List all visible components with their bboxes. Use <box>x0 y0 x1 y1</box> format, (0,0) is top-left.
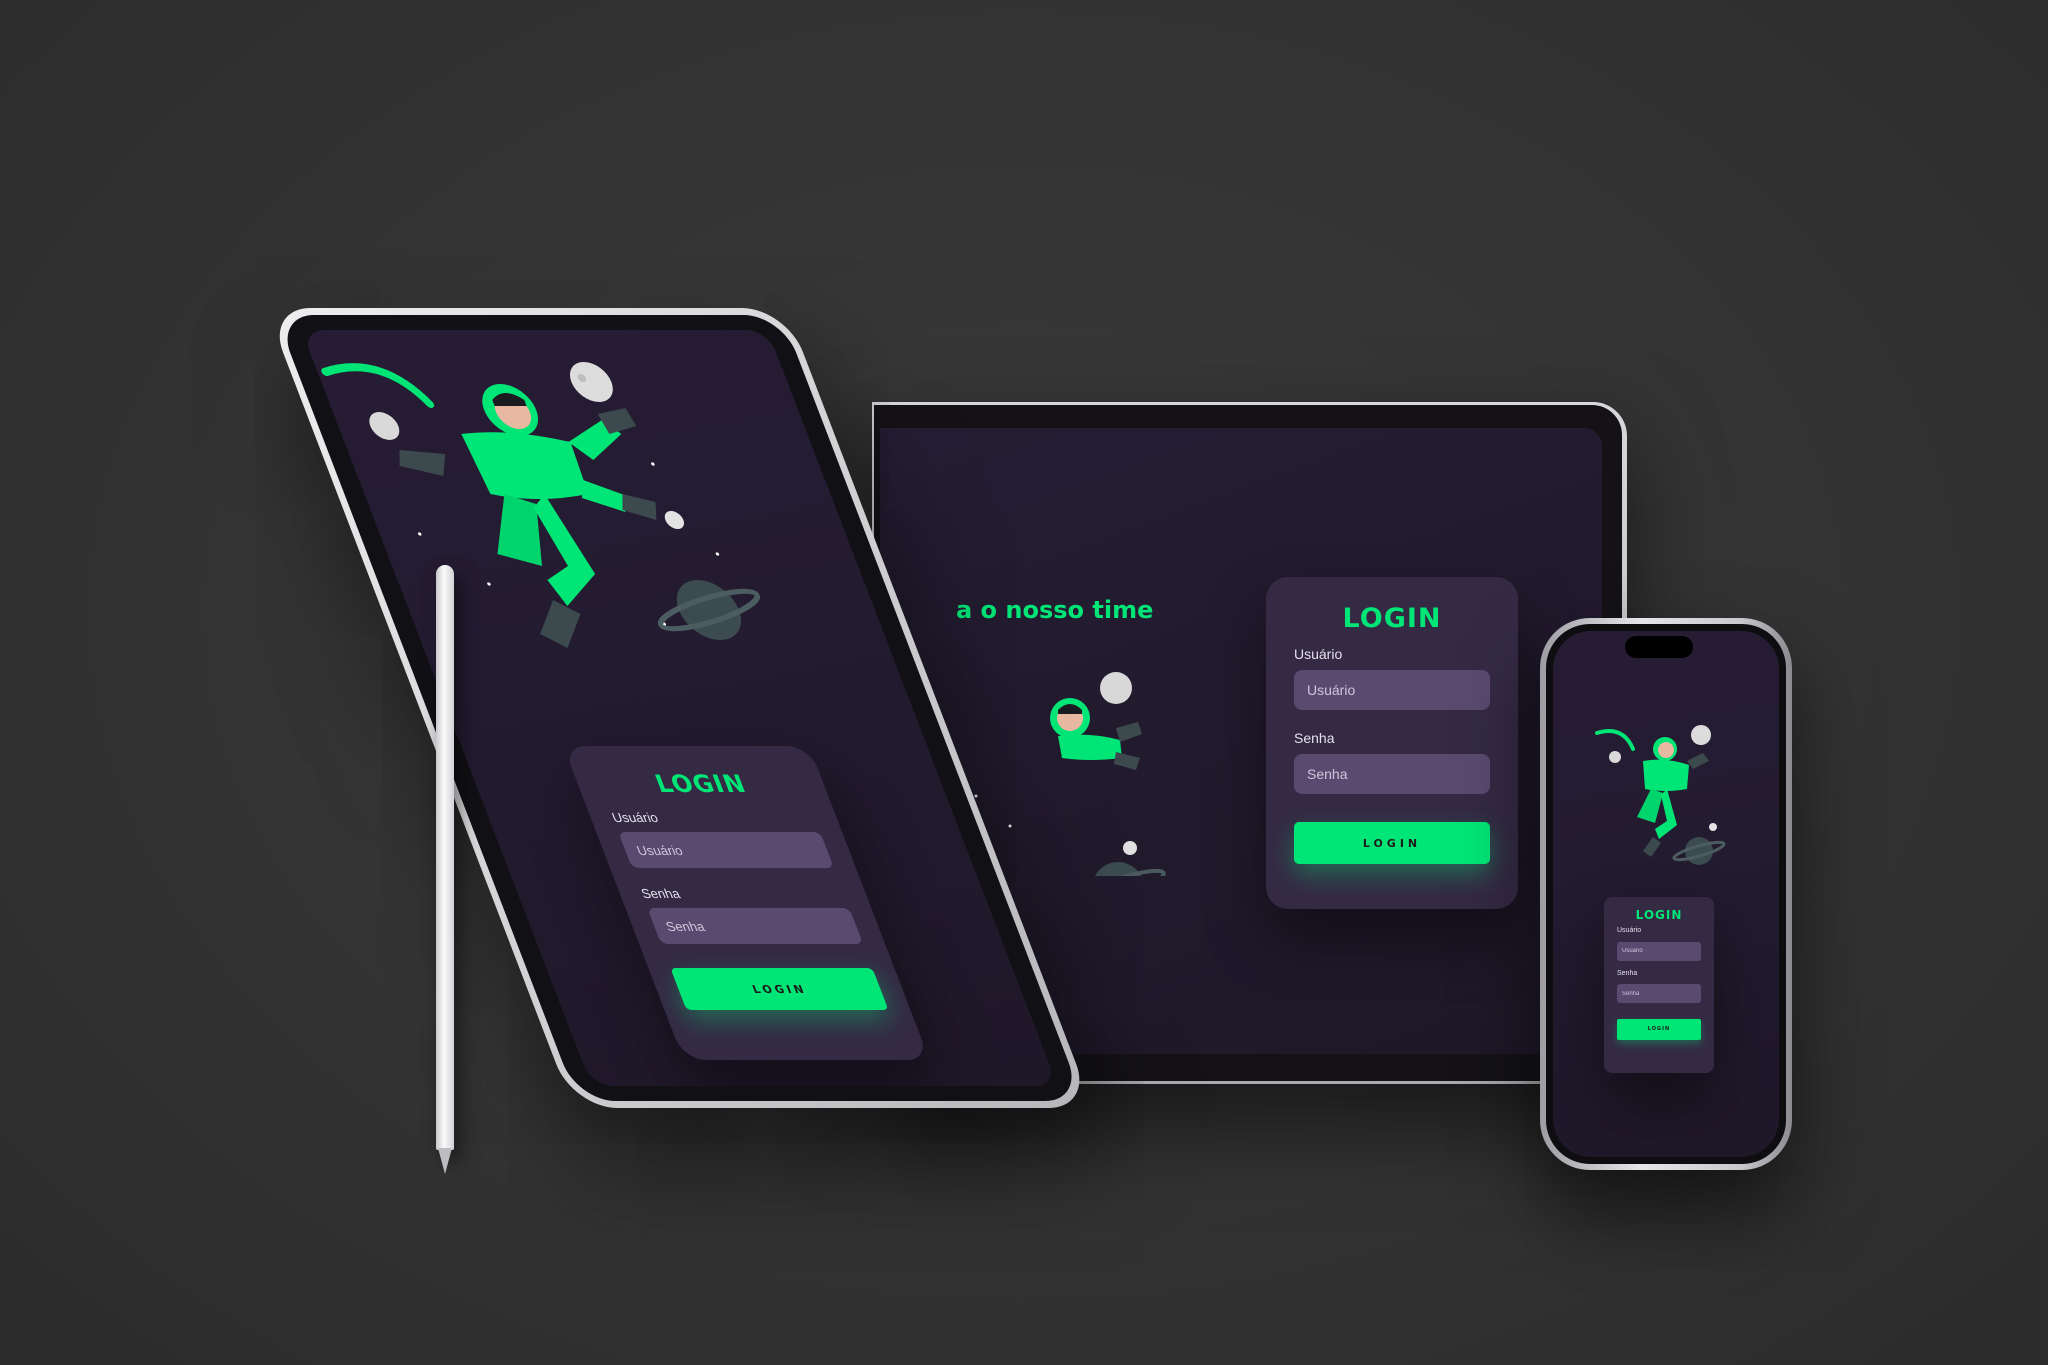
login-button[interactable]: LOGIN <box>1294 822 1490 864</box>
phone-screen: LOGIN Usuário Senha LOGIN <box>1553 631 1779 1157</box>
password-label: Senha <box>1294 730 1335 746</box>
stylus-tip <box>438 1148 452 1174</box>
login-title: LOGIN <box>1635 908 1683 922</box>
password-input[interactable] <box>1294 754 1490 794</box>
password-label: Senha <box>638 886 683 901</box>
user-input[interactable] <box>1294 670 1490 710</box>
tablet-login-card: LOGIN Usuário Senha LOGIN <box>563 746 930 1060</box>
login-title: LOGIN <box>1342 603 1442 634</box>
user-label: Usuário <box>609 810 661 825</box>
user-input[interactable] <box>618 832 834 868</box>
password-input[interactable] <box>1617 984 1701 1003</box>
laptop-login-card: LOGIN Usuário Senha LOGIN <box>1266 577 1518 909</box>
user-label: Usuário <box>1617 927 1642 934</box>
astronaut-illustration-icon <box>1595 725 1726 865</box>
laptop-headline: a o nosso time <box>956 596 1154 624</box>
phone-dynamic-island <box>1625 636 1693 658</box>
stylus-pencil <box>436 565 454 1150</box>
login-button[interactable]: LOGIN <box>670 968 889 1010</box>
user-input[interactable] <box>1617 941 1701 961</box>
login-button[interactable]: LOGIN <box>1617 1018 1701 1040</box>
user-label: Usuário <box>1294 646 1343 662</box>
login-title: LOGIN <box>651 770 751 798</box>
password-label: Senha <box>1617 969 1638 977</box>
password-input[interactable] <box>647 908 864 944</box>
phone-login-card: LOGIN Usuário Senha LOGIN <box>1604 897 1714 1073</box>
